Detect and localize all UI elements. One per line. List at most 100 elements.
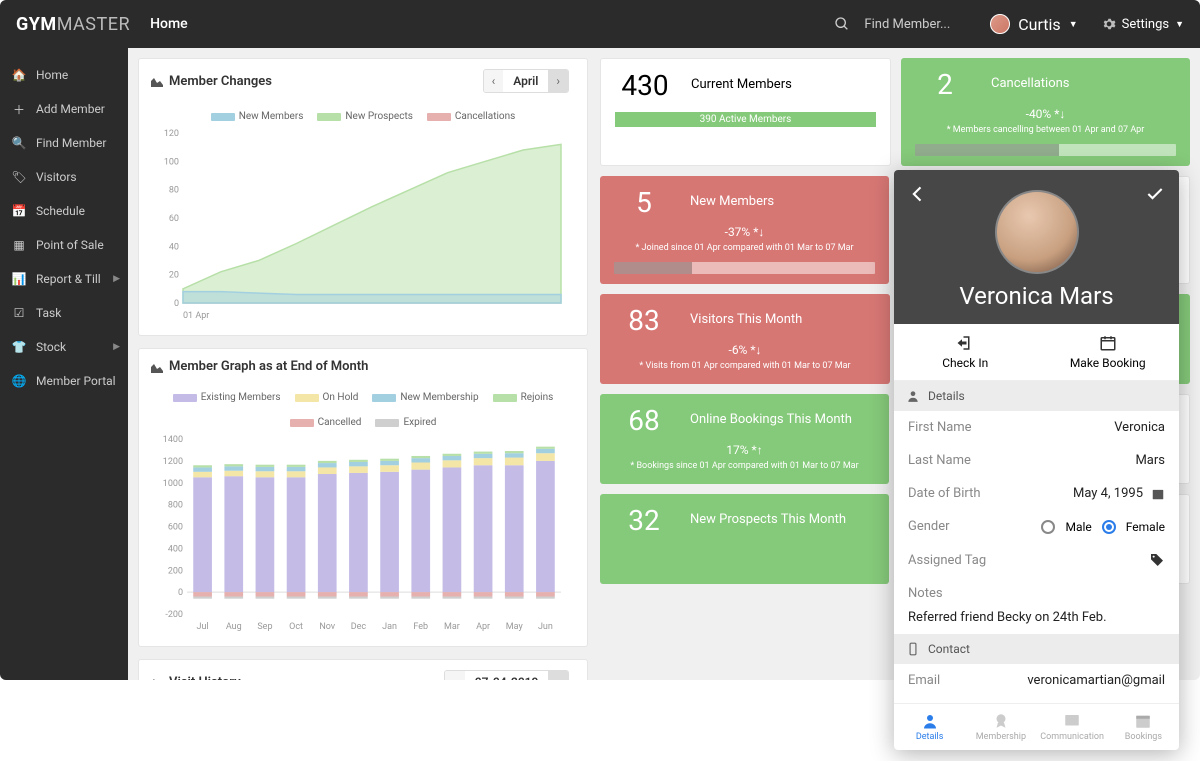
member-avatar	[995, 190, 1079, 274]
field-gender[interactable]: Gender Male Female	[894, 510, 1179, 543]
section-contact: Contact	[894, 634, 1179, 664]
back-icon[interactable]	[908, 184, 928, 204]
phone-icon	[906, 642, 920, 656]
calendar-icon: 📅	[12, 204, 26, 218]
svg-text:Apr: Apr	[476, 622, 490, 632]
svg-text:60: 60	[169, 214, 179, 224]
svg-text:Jan: Jan	[382, 622, 397, 632]
svg-text:Feb: Feb	[413, 622, 428, 632]
tab-details[interactable]: Details	[894, 704, 965, 750]
svg-text:1000: 1000	[163, 479, 183, 489]
person-icon	[921, 712, 939, 730]
person-icon	[906, 389, 920, 403]
search-area[interactable]: Find Member...	[834, 16, 950, 32]
card-visitors[interactable]: 83Visitors This Month -6% *↓ * Visits fr…	[600, 294, 890, 384]
app-logo: GYMMASTER	[16, 14, 130, 35]
chart-icon	[151, 676, 163, 680]
chart-member-graph: -2000200400600800100012001400JulAugSepOc…	[151, 434, 571, 634]
chart-legend: New MembersNew ProspectsCancellations	[151, 111, 575, 122]
grid-icon: ▦	[12, 238, 26, 252]
sidebar-item-pos[interactable]: ▦Point of Sale	[0, 228, 128, 262]
svg-text:Aug: Aug	[226, 622, 242, 632]
chart-member-changes: 02040608010012001 Apr	[151, 128, 571, 323]
member-name: Veronica Mars	[908, 282, 1165, 310]
field-tag[interactable]: Assigned Tag	[894, 543, 1179, 577]
checkin-button[interactable]: Check In	[894, 324, 1037, 380]
gear-icon	[1102, 17, 1116, 31]
radio-male[interactable]	[1041, 520, 1055, 534]
card-prospects[interactable]: 32New Prospects This Month	[600, 494, 889, 584]
svg-text:80: 80	[169, 186, 179, 196]
field-notes-label: Notes	[894, 577, 1179, 610]
svg-text:Jun: Jun	[538, 622, 553, 632]
field-notes[interactable]: Referred friend Becky on 24th Feb.	[894, 610, 1179, 634]
svg-text:1200: 1200	[163, 457, 183, 467]
section-details: Details	[894, 381, 1179, 411]
prev-button[interactable]: ‹	[445, 671, 465, 680]
card-cancellations[interactable]: 2Cancellations -40% *↓ * Members cancell…	[901, 58, 1190, 166]
svg-text:-200: -200	[165, 610, 183, 620]
sidebar-item-find-member[interactable]: 🔍Find Member	[0, 126, 128, 160]
tab-bookings[interactable]: Bookings	[1108, 704, 1179, 750]
calendar-icon	[1151, 487, 1165, 501]
svg-text:Jul: Jul	[197, 622, 209, 632]
sidebar-item-schedule[interactable]: 📅Schedule	[0, 194, 128, 228]
sidebar-item-report[interactable]: 📊Report & Till▶	[0, 262, 128, 296]
search-input[interactable]: Find Member...	[864, 17, 950, 32]
search-icon: 🔍	[12, 136, 26, 150]
makebooking-button[interactable]: Make Booking	[1037, 324, 1180, 380]
topbar: GYMMASTER Home Find Member... Curtis ▼ S…	[0, 0, 1200, 48]
chevron-right-icon: ▶	[113, 342, 120, 352]
next-button[interactable]: ›	[548, 70, 568, 92]
sidebar-item-portal[interactable]: 🌐Member Portal	[0, 364, 128, 398]
svg-text:40: 40	[169, 242, 179, 252]
badge-icon	[992, 712, 1010, 730]
next-button[interactable]: ›	[548, 671, 568, 680]
svg-text:May: May	[506, 622, 524, 632]
user-menu[interactable]: Curtis ▼	[990, 14, 1077, 34]
search-icon	[834, 16, 850, 32]
sidebar-item-home[interactable]: 🏠Home	[0, 58, 128, 92]
svg-text:0: 0	[174, 299, 179, 309]
chart-icon	[151, 75, 163, 87]
field-last-name[interactable]: Last NameMars	[894, 444, 1179, 477]
svg-text:800: 800	[168, 501, 183, 511]
calendar-icon	[1134, 712, 1152, 730]
sidebar-item-task[interactable]: ☑Task	[0, 296, 128, 330]
check-icon: ☑	[12, 306, 26, 320]
date-nav: ‹ April ›	[483, 69, 569, 93]
prev-button[interactable]: ‹	[484, 70, 504, 92]
sidebar-item-visitors[interactable]: 🏷Visitors	[0, 160, 128, 194]
field-first-name[interactable]: First NameVeronica	[894, 411, 1179, 444]
field-email[interactable]: Emailveronicamartian@gmail	[894, 664, 1179, 697]
card-online-bookings[interactable]: 68Online Bookings This Month 17% *↑ * Bo…	[600, 394, 889, 484]
chart-icon	[151, 361, 163, 373]
radio-female[interactable]	[1102, 520, 1116, 534]
settings-menu[interactable]: Settings ▼	[1102, 17, 1184, 32]
report-icon: 📊	[12, 272, 26, 286]
page-title: Home	[150, 16, 188, 32]
sidebar-item-add-member[interactable]: ＋Add Member	[0, 92, 128, 126]
chart-legend: Existing MembersOn HoldNew MembershipRej…	[151, 392, 575, 428]
panel-member-changes: Member Changes ‹ April › New MembersNew …	[138, 58, 588, 336]
svg-text:1400: 1400	[163, 435, 183, 445]
svg-text:100: 100	[164, 157, 179, 167]
chevron-down-icon: ▼	[1069, 19, 1078, 30]
tag-icon: 🏷	[12, 170, 26, 184]
date-nav: ‹ 07-04-2019 ›	[444, 670, 569, 680]
field-dob[interactable]: Date of BirthMay 4, 1995	[894, 477, 1179, 510]
chevron-down-icon: ▼	[1175, 19, 1184, 30]
card-new-members[interactable]: 5New Members -37% *↓ * Joined since 01 A…	[600, 176, 889, 284]
sidebar: 🏠Home ＋Add Member 🔍Find Member 🏷Visitors…	[0, 48, 128, 680]
tab-membership[interactable]: Membership	[965, 704, 1036, 750]
confirm-icon[interactable]	[1145, 184, 1165, 204]
sidebar-item-stock[interactable]: 👕Stock▶	[0, 330, 128, 364]
svg-text:0: 0	[178, 588, 183, 598]
login-icon	[956, 334, 974, 352]
member-detail-panel: Veronica Mars Check In Make Booking Deta…	[894, 170, 1179, 750]
tab-communication[interactable]: Communication	[1037, 704, 1108, 750]
card-current-members[interactable]: 430Current Members 390 Active Members	[600, 58, 891, 166]
svg-text:600: 600	[168, 523, 183, 533]
svg-text:Oct: Oct	[289, 622, 303, 632]
tag-icon	[1149, 552, 1165, 568]
